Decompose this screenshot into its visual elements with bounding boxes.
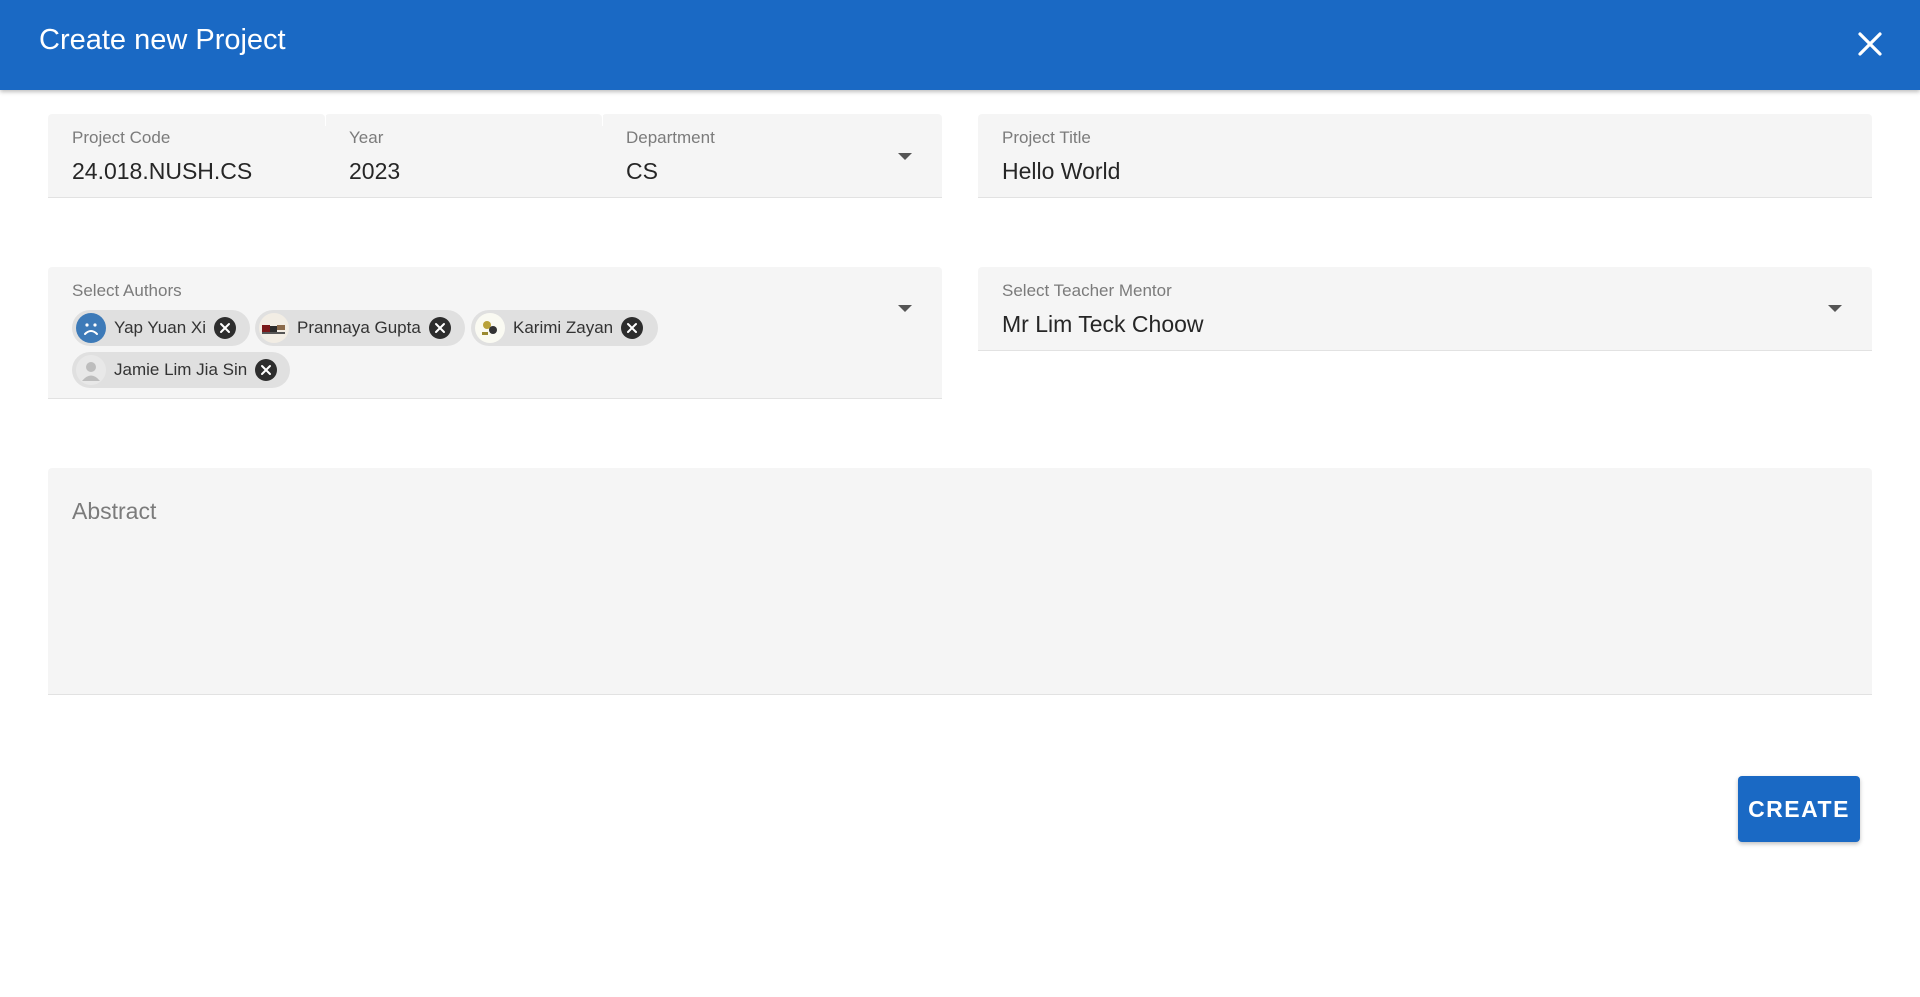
- close-icon: [261, 365, 272, 375]
- close-icon: [434, 323, 445, 333]
- project-title-value: Hello World: [1002, 158, 1121, 184]
- photo-avatar: [259, 313, 289, 343]
- dialog-title: Create new Project: [39, 24, 286, 56]
- dropdown-arrow-icon[interactable]: [1828, 305, 1842, 312]
- close-icon: [220, 323, 231, 333]
- author-chip: Prannaya Gupta: [255, 310, 465, 346]
- mentor-select[interactable]: Select Teacher Mentor Mr Lim Teck Choow: [978, 267, 1872, 351]
- author-chip: Yap Yuan Xi: [72, 310, 250, 346]
- department-label: Department: [626, 128, 715, 147]
- close-button[interactable]: [1850, 24, 1890, 64]
- project-code-field[interactable]: Project Code 24.018.NUSH.CS: [48, 114, 325, 198]
- remove-chip-button[interactable]: [428, 317, 451, 339]
- person-icon: [76, 355, 106, 385]
- field-divider: [602, 114, 603, 126]
- remove-chip-button[interactable]: [255, 359, 278, 381]
- dialog-header: Create new Project: [0, 0, 1920, 90]
- project-title-label: Project Title: [1002, 128, 1091, 147]
- year-value: 2023: [349, 158, 401, 184]
- author-name: Prannaya Gupta: [297, 318, 421, 337]
- dropdown-arrow-icon[interactable]: [898, 305, 912, 312]
- year-label: Year: [349, 128, 384, 147]
- abstract-placeholder: Abstract: [72, 498, 157, 524]
- field-divider: [325, 114, 326, 126]
- remove-chip-button[interactable]: [214, 317, 237, 339]
- authors-select[interactable]: Select Authors Yap Yuan Xi Prannaya Gupt…: [48, 267, 942, 399]
- photo-avatar: [475, 313, 505, 343]
- author-chip: Jamie Lim Jia Sin: [72, 352, 290, 388]
- project-code-value: 24.018.NUSH.CS: [72, 158, 253, 184]
- project-title-field[interactable]: Project Title Hello World: [978, 114, 1872, 198]
- create-button[interactable]: CREATE: [1738, 776, 1860, 842]
- remove-chip-button[interactable]: [621, 317, 644, 339]
- mentor-value: Mr Lim Teck Choow: [1002, 311, 1204, 337]
- year-field[interactable]: Year 2023: [325, 114, 602, 198]
- author-chip: Karimi Zayan: [471, 310, 658, 346]
- author-name: Jamie Lim Jia Sin: [114, 360, 248, 379]
- project-code-label: Project Code: [72, 128, 171, 147]
- close-icon: [1858, 32, 1882, 56]
- department-value: CS: [626, 158, 658, 184]
- dropdown-arrow-icon[interactable]: [898, 153, 912, 160]
- author-name: Yap Yuan Xi: [114, 318, 207, 337]
- author-name: Karimi Zayan: [513, 318, 614, 337]
- close-icon: [627, 323, 638, 333]
- authors-label: Select Authors: [72, 281, 182, 300]
- mentor-label: Select Teacher Mentor: [1002, 281, 1172, 300]
- sad-face-icon: [76, 313, 106, 343]
- abstract-textarea[interactable]: Abstract: [48, 468, 1872, 695]
- department-select[interactable]: Department CS: [602, 114, 942, 198]
